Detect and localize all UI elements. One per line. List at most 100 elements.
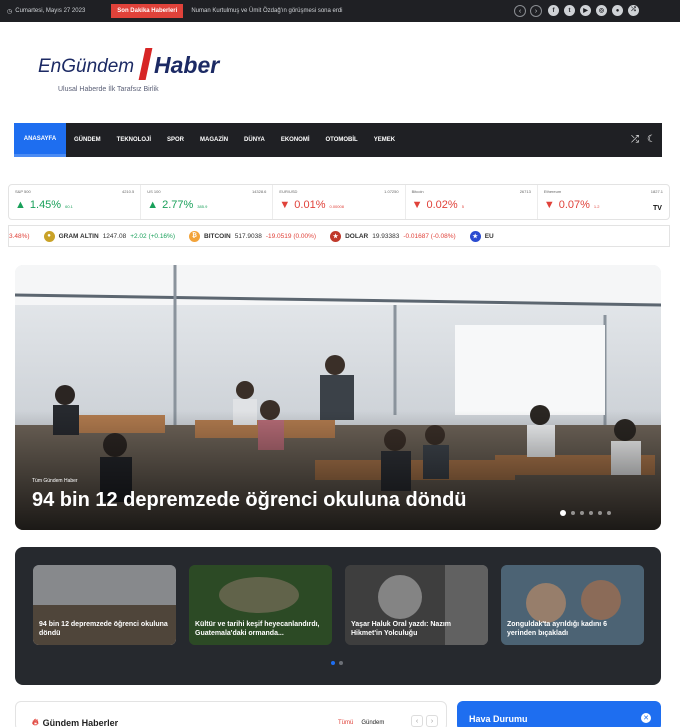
random-article-icon[interactable]: ⤮ [631,134,639,145]
market-change: 0.02% [426,199,458,211]
top-bar: ◷ Cumartesi, Mayıs 27 2023 Son Dakika Ha… [0,0,680,22]
ticker-name: GRAM ALTIN [58,232,99,240]
ticker-change: +2.02 (+0.16%) [130,232,175,240]
ticker-value: 19.93383 [372,232,400,240]
nav-item-spor[interactable]: SPOR [159,123,192,157]
breaking-news-label[interactable]: Son Dakika Haberleri [111,4,184,18]
slider-dot[interactable] [560,510,566,516]
news-card[interactable]: Yaşar Haluk Oral yazdı: Nazım Hikmet'in … [345,565,488,645]
market-price: 26713 [519,189,531,194]
ticker-change: -19.0519 (0.00%) [265,232,317,240]
ticker-name: DOLAR [345,232,369,240]
market-change: 0.07% [558,199,590,211]
market-price: 1827.1 [650,189,664,194]
block-next-button[interactable]: › [426,715,438,727]
random-icon[interactable]: ⤮ [628,5,639,16]
instagram-icon[interactable]: ◎ [596,5,607,16]
market-name: EUR/USD [279,189,298,194]
market-price: 1.07250 [384,189,399,194]
gundem-news-block: 🔥︎ Gündem Haberler Tümü Gündem ‹ › [15,701,447,727]
slider-dot[interactable] [598,511,602,515]
chevron-left-icon: ‹ [518,7,522,15]
featured-slider[interactable]: Tüm Gündem Haber 94 bin 12 depremzede öğ… [15,265,661,530]
market-item[interactable]: EUR/USD 1.07250 ▼ 0.01% 0.00008 [273,185,406,219]
tab-tumu[interactable]: Tümü [338,720,353,726]
caret-down-icon: ▼ [279,199,291,211]
nav-item-magazin[interactable]: MAGAZİN [192,123,236,157]
nav-item-yemek[interactable]: YEMEK [366,123,403,157]
slider-dot[interactable] [571,511,575,515]
news-card[interactable]: 94 bin 12 depremzede öğrenci okuluna dön… [33,565,176,645]
nav-item-gundem[interactable]: GÜNDEM [66,123,109,157]
carousel-dot[interactable] [331,661,335,665]
market-name: Ethereum [543,189,562,194]
slider-pagination [560,510,611,516]
market-price: 14328.6 [251,189,267,194]
ticker-item[interactable]: 3.48%) [9,233,30,240]
news-card-title: Kültür ve tarihi keşif heyecanlandırdı, … [195,620,320,637]
ticker-name: BITCOIN [204,232,231,240]
slider-dot[interactable] [580,511,584,515]
hero-title[interactable]: 94 bin 12 depremzede öğrenci okuluna dön… [32,489,467,512]
dark-mode-toggle-icon[interactable]: ☾ [647,134,656,145]
tradingview-logo[interactable]: TV [653,205,662,212]
news-card-title: 94 bin 12 depremzede öğrenci okuluna dön… [39,620,168,637]
ticker-item[interactable]: ₿ BITCOIN 517.9038 -19.0519 (0.00%) [189,230,317,242]
weather-title: Hava Durumu [469,714,528,724]
news-card[interactable]: Kültür ve tarihi keşif heyecanlandırdı, … [189,565,332,645]
user-icon[interactable]: ● [612,5,623,16]
news-card-title: Zonguldak'ta ayrıldığı kadını 6 yerinden… [507,620,608,637]
logo-bar [138,48,153,80]
block-prev-button[interactable]: ‹ [411,715,423,727]
market-change: 0.01% [294,199,326,211]
tab-gundem[interactable]: Gündem [361,720,384,726]
twitter-icon[interactable]: t [564,5,575,16]
logo-slogan: Ulusal Haberde İlk Tarafsız Birlik [58,86,159,93]
ticker-next-button[interactable]: › [530,5,542,17]
ticker-item[interactable]: ● GRAM ALTIN 1247.08 +2.02 (+0.16%) [43,230,175,242]
eu-flag-icon: ★ [469,230,481,242]
news-card[interactable]: Zonguldak'ta ayrıldığı kadını 6 yerinden… [501,565,644,645]
market-item[interactable]: US 100 14328.6 ▲ 2.77% 385.9 [141,185,274,219]
chevron-right-icon: › [534,7,538,15]
news-carousel: 94 bin 12 depremzede öğrenci okuluna dön… [15,547,661,685]
ticker-prev-button[interactable]: ‹ [514,5,526,17]
youtube-icon[interactable]: ▶ [580,5,591,16]
block-title: Gündem Haberler [42,717,119,727]
breaking-news-ticker[interactable]: Numan Kurtulmuş ve Ümit Özdağ'ın görüşme… [191,8,342,14]
facebook-icon[interactable]: f [548,5,559,16]
market-item[interactable]: Ethereum 1827.1 ▼ 0.07% 1.2 [538,185,669,219]
market-delta: 60.1 [65,204,73,209]
nav-item-anasayfa[interactable]: ANASAYFA [14,123,66,157]
carousel-dot[interactable] [339,661,343,665]
ticker-item[interactable]: ★ DOLAR 19.93383 -0.01687 (-0.08%) [330,230,456,242]
ticker-value: 517.9038 [234,232,262,240]
ticker-change: -0.01687 (-0.08%) [403,232,456,240]
nav-item-otomobil[interactable]: OTOMOBİL [318,123,366,157]
market-delta: 5 [461,204,464,209]
market-delta: 1.2 [593,204,600,209]
date-text: Cumartesi, Mayıs 27 2023 [15,8,86,14]
ticker-change: 3.48%) [9,232,30,240]
nav-item-teknoloji[interactable]: TEKNOLOJİ [109,123,159,157]
slider-dot[interactable] [589,511,593,515]
carousel-pagination [331,661,343,665]
market-item[interactable]: Bitcoin 26713 ▼ 0.02% 5 [406,185,538,219]
logo-text-primary: EnGündem [38,56,135,77]
site-logo[interactable]: EnGündem Haber Ulusal Haberde İlk Tarafs… [38,44,238,104]
market-delta: 385.9 [197,204,208,209]
hero-category[interactable]: Tüm Gündem Haber [32,478,78,484]
nav-item-ekonomi[interactable]: EKONOMİ [273,123,318,157]
caret-down-icon: ▼ [543,199,555,211]
market-change: 2.77% [162,199,194,211]
caret-up-icon: ▲ [147,199,159,211]
nav-item-dunya[interactable]: DÜNYA [236,123,273,157]
weather-settings-icon[interactable]: ✕ [641,713,651,723]
market-overview-widget: S&P 500 4210.5 ▲ 1.45% 60.1 US 100 14328.6 ▲… [8,184,670,220]
ticker-item[interactable]: ★ EU [469,230,494,242]
slider-dot[interactable] [607,511,611,515]
market-item[interactable]: S&P 500 4210.5 ▲ 1.45% 60.1 [9,185,142,219]
clock-icon: ◷ [7,8,13,15]
market-name: S&P 500 [15,189,31,194]
news-card-title: Yaşar Haluk Oral yazdı: Nazım Hikmet'in … [351,620,451,637]
